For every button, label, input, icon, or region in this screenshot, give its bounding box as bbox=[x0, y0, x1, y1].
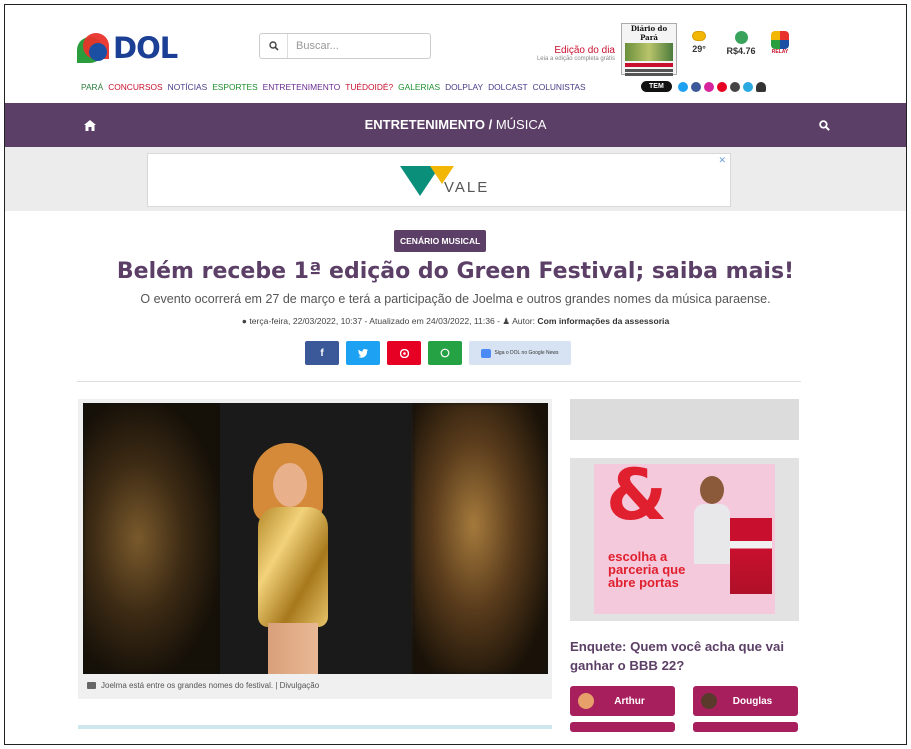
poll-option-partial[interactable] bbox=[570, 722, 675, 732]
currency-widget[interactable]: R$4.76 bbox=[723, 31, 759, 56]
social-links: TEM bbox=[641, 81, 766, 92]
weather-icon bbox=[692, 31, 706, 41]
currency-value: R$4.76 bbox=[726, 46, 756, 56]
logo-text: DOL bbox=[113, 31, 178, 65]
nav-item-esportes[interactable]: ESPORTES bbox=[212, 82, 257, 92]
vale-ad-banner[interactable]: ✕ VALE bbox=[147, 153, 731, 207]
twitter-icon[interactable] bbox=[677, 81, 688, 92]
browser-frame: DOL Edição do dia Leia a edição completa… bbox=[4, 4, 907, 745]
nav-item-noticias[interactable]: NOTÍCIAS bbox=[168, 82, 208, 92]
poll-option-partial[interactable] bbox=[693, 722, 798, 732]
article-photo-figure: Joelma está entre os grandes nomes do fe… bbox=[78, 399, 552, 699]
author-prefix: Autor: bbox=[512, 316, 535, 326]
poll-option-label: Arthur bbox=[614, 695, 645, 707]
section-search-icon[interactable] bbox=[809, 103, 839, 147]
nav-item-concursos[interactable]: CONCURSOS bbox=[108, 82, 162, 92]
relay-label: RELAY bbox=[771, 49, 789, 55]
camera-icon bbox=[87, 682, 96, 689]
sidebar-ad-creative: & escolha a parceria que abre portas bbox=[594, 454, 775, 614]
search-box[interactable] bbox=[259, 33, 431, 59]
logo-mark-icon bbox=[77, 33, 111, 63]
section-bar: ENTRETENIMENTO / MÚSICA bbox=[5, 103, 906, 147]
avatar bbox=[701, 693, 717, 709]
content-strip bbox=[78, 725, 552, 729]
google-news-icon bbox=[481, 348, 492, 358]
whatsapp-icon bbox=[440, 348, 450, 358]
tiktok-icon[interactable] bbox=[729, 81, 740, 92]
edition-title[interactable]: Edição do dia bbox=[515, 45, 615, 56]
article-date: terça-feira, 22/03/2022, 10:37 - Atualiz… bbox=[249, 316, 501, 326]
nav-item-dolcast[interactable]: DOLCAST bbox=[488, 82, 528, 92]
article-meta: ● terça-feira, 22/03/2022, 10:37 - Atual… bbox=[5, 316, 906, 327]
relay-widget[interactable]: RELAY bbox=[765, 31, 795, 55]
relay-logo-icon bbox=[771, 31, 789, 49]
poll-option-arthur[interactable]: Arthur bbox=[570, 686, 675, 716]
nav-item-dolplay[interactable]: DOLPLAY bbox=[445, 82, 483, 92]
avatar bbox=[578, 693, 594, 709]
article-title: Belém recebe 1ª edição do Green Festival… bbox=[116, 259, 795, 284]
vale-v-icon bbox=[400, 166, 454, 196]
newspaper-name: Diário do Pará bbox=[630, 24, 668, 42]
share-buttons: f Siga o DOL no Google News bbox=[305, 341, 571, 365]
share-pinterest-button[interactable] bbox=[387, 341, 421, 365]
site-header: DOL Edição do dia Leia a edição completa… bbox=[5, 5, 906, 79]
nav-item-para[interactable]: PARÁ bbox=[81, 82, 103, 92]
vale-logo: VALE bbox=[400, 166, 489, 196]
share-whatsapp-button[interactable] bbox=[428, 341, 462, 365]
article-photo[interactable] bbox=[83, 403, 548, 674]
user-icon[interactable] bbox=[755, 81, 766, 92]
poll-option-label: Douglas bbox=[732, 695, 773, 707]
nav-item-entretenimento[interactable]: ENTRETENIMENTO bbox=[263, 82, 341, 92]
pinterest-icon bbox=[399, 348, 409, 358]
tem-button[interactable]: TEM bbox=[641, 81, 672, 92]
ad-band: ✕ VALE bbox=[5, 147, 906, 211]
telegram-icon[interactable] bbox=[742, 81, 753, 92]
photo-caption: Joelma está entre os grandes nomes do fe… bbox=[87, 681, 319, 690]
facebook-icon[interactable] bbox=[690, 81, 701, 92]
newspaper-thumbnail[interactable]: Diário do Pará bbox=[621, 23, 677, 76]
subsection-name[interactable]: MÚSICA bbox=[492, 117, 547, 132]
nav-item-colunistas[interactable]: COLUNISTAS bbox=[533, 82, 586, 92]
sidebar-ad[interactable]: & escolha a parceria que abre portas bbox=[570, 454, 799, 621]
temperature: 29° bbox=[692, 44, 706, 54]
article-subtitle: O evento ocorrerá em 27 de março e terá … bbox=[140, 292, 771, 306]
divider bbox=[77, 381, 801, 382]
ad-close-icon[interactable]: ✕ bbox=[718, 155, 726, 166]
nav-item-tuedoide[interactable]: TUÉDOIDÉ? bbox=[345, 82, 393, 92]
google-news-label: Siga o DOL no Google News bbox=[494, 350, 559, 356]
share-twitter-button[interactable] bbox=[346, 341, 380, 365]
weather-widget[interactable]: 29° bbox=[687, 31, 711, 54]
poll-title: Enquete: Quem você acha que vai ganhar o… bbox=[570, 639, 785, 673]
daily-edition[interactable]: Edição do dia Leia a edição completa grá… bbox=[515, 45, 615, 62]
site-logo[interactable]: DOL bbox=[77, 31, 178, 65]
poll-option-douglas[interactable]: Douglas bbox=[693, 686, 798, 716]
ad-ampersand: & bbox=[606, 454, 668, 536]
search-input[interactable] bbox=[288, 40, 428, 52]
main-nav: PARÁ CONCURSOS NOTÍCIAS ESPORTES ENTRETE… bbox=[81, 82, 586, 92]
author-icon: ♟ bbox=[502, 316, 511, 326]
facebook-icon: f bbox=[320, 347, 324, 359]
youtube-icon[interactable] bbox=[716, 81, 727, 92]
google-news-button[interactable]: Siga o DOL no Google News bbox=[469, 341, 571, 365]
clock-icon: ● bbox=[241, 316, 247, 326]
category-badge[interactable]: CENÁRIO MUSICAL bbox=[394, 230, 487, 252]
money-icon bbox=[734, 31, 748, 44]
section-title: ENTRETENIMENTO / MÚSICA bbox=[5, 117, 906, 132]
article-author: Com informações da assessoria bbox=[537, 316, 670, 326]
search-icon[interactable] bbox=[260, 34, 288, 58]
edition-subtitle: Leia a edição completa grátis bbox=[536, 56, 615, 62]
sidebar-ad-placeholder bbox=[570, 399, 799, 440]
share-facebook-button[interactable]: f bbox=[305, 341, 339, 365]
instagram-icon[interactable] bbox=[703, 81, 714, 92]
ad-text: escolha a parceria que abre portas bbox=[608, 549, 686, 590]
twitter-icon bbox=[358, 348, 368, 358]
section-name[interactable]: ENTRETENIMENTO / bbox=[365, 117, 493, 132]
photo-caption-text: Joelma está entre os grandes nomes do fe… bbox=[101, 681, 320, 690]
nav-item-galerias[interactable]: GALERIAS bbox=[398, 82, 440, 92]
